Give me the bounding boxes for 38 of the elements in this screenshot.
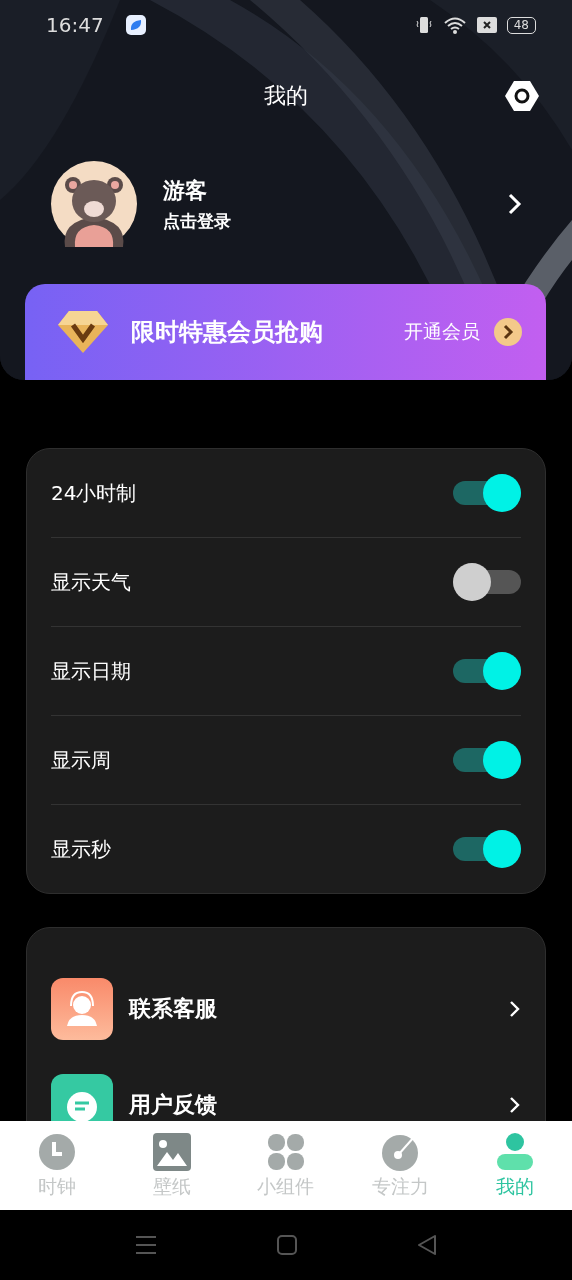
menu-item[interactable]: 联系客服 <box>51 978 521 1040</box>
page-title: 我的 <box>264 82 308 110</box>
diamond-icon <box>57 309 109 355</box>
image-icon <box>151 1131 192 1172</box>
chevron-icon <box>509 1000 521 1018</box>
headset-icon <box>51 978 113 1040</box>
toggle-switch[interactable] <box>453 830 521 868</box>
person-icon <box>494 1131 535 1172</box>
menu-icon[interactable] <box>135 1235 157 1255</box>
chevron-icon <box>506 192 522 216</box>
toggle-switch[interactable] <box>453 563 521 601</box>
profile-row[interactable]: 游客 点击登录 <box>0 142 572 254</box>
vibrate-icon <box>414 15 433 35</box>
clock-icon <box>37 1131 78 1172</box>
login-link[interactable]: 点击登录 <box>163 209 231 233</box>
chevron-icon <box>494 318 522 346</box>
grid-icon <box>265 1131 306 1172</box>
battery-indicator: 48 <box>506 16 536 34</box>
setting-label: 显示周 <box>51 746 111 774</box>
chevron-icon <box>509 1096 521 1114</box>
back-icon[interactable] <box>417 1234 437 1256</box>
settings-button[interactable] <box>504 78 540 114</box>
status-time: 16:47 <box>46 13 104 37</box>
setting-label: 24小时制 <box>51 479 137 507</box>
home-icon[interactable] <box>277 1235 297 1255</box>
tab[interactable]: 我的 <box>464 1131 565 1200</box>
toggle-switch[interactable] <box>453 474 521 512</box>
vip-banner[interactable]: 限时特惠会员抢购 开通会员 <box>25 284 546 380</box>
toggle-switch[interactable] <box>453 652 521 690</box>
setting-label: 显示日期 <box>51 657 131 685</box>
wifi-icon <box>442 15 467 35</box>
setting-label: 显示秒 <box>51 835 111 863</box>
promo-title: 限时特惠会员抢购 <box>131 317 323 348</box>
open-membership-link[interactable]: 开通会员 <box>404 319 480 345</box>
toggle-switch[interactable] <box>453 741 521 779</box>
user-name: 游客 <box>163 176 208 205</box>
setting-label: 显示天气 <box>51 568 131 596</box>
sim-icon <box>476 17 497 33</box>
